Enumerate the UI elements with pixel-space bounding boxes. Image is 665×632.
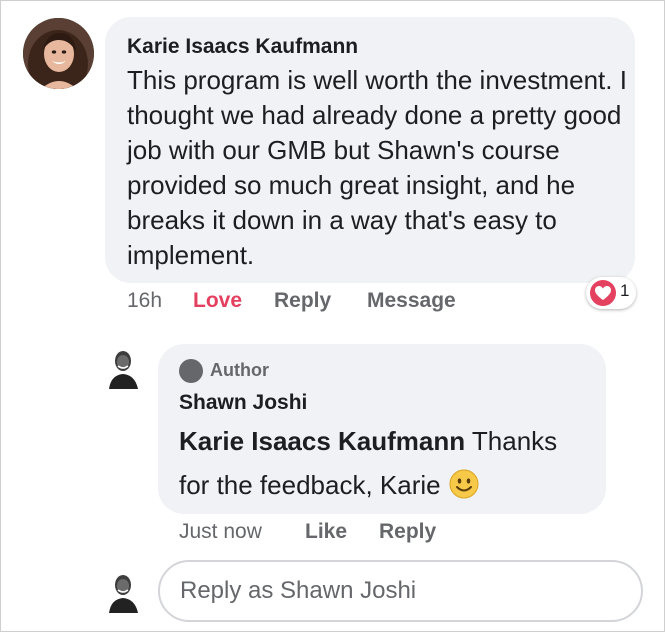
author-badge-icon (179, 359, 203, 383)
heart-icon (590, 280, 616, 306)
composer-avatar (105, 571, 142, 613)
reply-button[interactable]: Reply (274, 289, 331, 313)
comment-author-name[interactable]: Karie Isaacs Kaufmann (127, 35, 358, 59)
avatar-shawn-image (105, 347, 142, 389)
smiley-emoji-icon (449, 468, 479, 499)
mention-link[interactable]: Karie Isaacs Kaufmann (179, 426, 465, 456)
avatar-karie-image (23, 18, 94, 89)
composer-avatar-image (105, 571, 142, 613)
comment-timestamp[interactable]: 16h (127, 289, 162, 313)
reaction-count: 1 (620, 281, 630, 300)
message-button[interactable]: Message (367, 289, 456, 313)
reply-reply-button[interactable]: Reply (379, 520, 436, 544)
reply-timestamp[interactable]: Just now (179, 520, 262, 544)
comment-text: This program is well worth the investmen… (127, 65, 627, 270)
avatar-shawn[interactable] (105, 347, 142, 389)
avatar-karie[interactable] (23, 18, 94, 89)
like-button[interactable]: Like (305, 520, 347, 544)
reply-text: Karie Isaacs Kaufmann Thanks for the fee… (179, 419, 594, 507)
love-button[interactable]: Love (193, 289, 242, 313)
reaction-summary[interactable]: 1 (586, 277, 636, 309)
reply-author-name[interactable]: Shawn Joshi (179, 391, 307, 415)
reply-input[interactable] (158, 560, 643, 622)
author-badge: Author (210, 360, 269, 380)
